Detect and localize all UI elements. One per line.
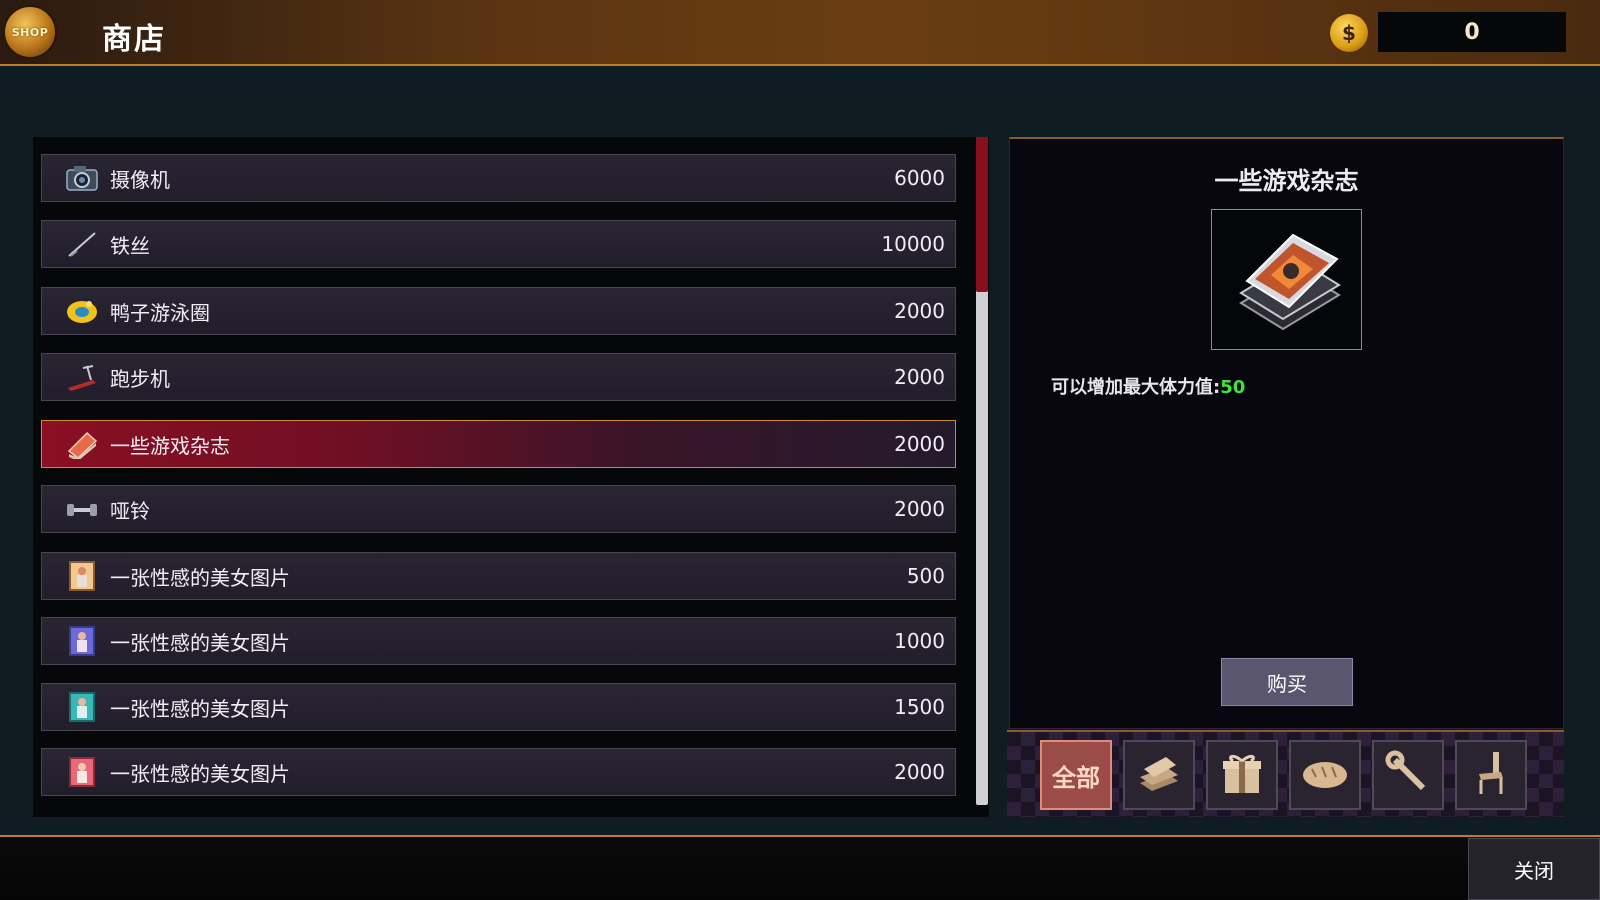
category-books-button[interactable] — [1123, 740, 1195, 810]
chair-icon — [1471, 748, 1511, 802]
item-name: 一张性感的美女图片 — [110, 696, 290, 721]
item-price: 2000 — [894, 432, 945, 456]
item-name: 哑铃 — [110, 498, 150, 523]
item-price: 10000 — [881, 232, 945, 256]
category-furniture-button[interactable] — [1455, 740, 1527, 810]
picture-icon — [64, 754, 100, 790]
scrollbar-thumb[interactable] — [976, 137, 988, 292]
item-price: 1000 — [894, 629, 945, 653]
category-tools-button[interactable] — [1372, 740, 1444, 810]
coin-balance: 0 — [1378, 12, 1566, 52]
wrench-icon — [1385, 750, 1431, 800]
buy-button[interactable]: 购买 — [1221, 658, 1353, 706]
detail-desc-value: 50 — [1220, 377, 1246, 398]
detail-desc-label: 可以增加最大体力值: — [1051, 377, 1221, 398]
header-bar: SHOP 商店 $ 0 — [0, 0, 1600, 66]
item-price: 1500 — [894, 695, 945, 719]
magazine-stack-icon — [1211, 209, 1362, 350]
item-name: 跑步机 — [110, 366, 170, 391]
camera-icon — [64, 160, 100, 196]
list-item-magazines[interactable]: 一些游戏杂志 2000 — [41, 420, 956, 468]
shop-logo-text: SHOP — [11, 25, 49, 39]
magazine-icon — [64, 426, 100, 462]
item-price: 500 — [906, 564, 945, 588]
picture-icon — [64, 623, 100, 659]
item-price: 2000 — [894, 760, 945, 784]
list-item-picture-3[interactable]: 一张性感的美女图片 1500 — [41, 683, 956, 731]
item-price: 2000 — [894, 365, 945, 389]
picture-icon — [64, 558, 100, 594]
wire-icon — [64, 226, 100, 262]
list-item-dumbbell[interactable]: 哑铃 2000 — [41, 485, 956, 533]
list-item-swim-ring[interactable]: 鸭子游泳圈 2000 — [41, 287, 956, 335]
picture-icon — [64, 689, 100, 725]
close-button[interactable]: 关闭 — [1468, 838, 1600, 900]
bread-icon — [1300, 755, 1350, 795]
category-bread-button[interactable] — [1289, 740, 1361, 810]
item-price: 2000 — [894, 497, 945, 521]
list-scrollbar[interactable] — [976, 137, 988, 805]
coin-icon: $ — [1330, 14, 1368, 52]
item-name: 摄像机 — [110, 167, 170, 192]
item-name: 一张性感的美女图片 — [110, 761, 290, 786]
item-name: 一张性感的美女图片 — [110, 565, 290, 590]
category-bar: 全部 — [1007, 730, 1564, 817]
category-all-label: 全部 — [1052, 763, 1100, 792]
list-item-camera[interactable]: 摄像机 6000 — [41, 154, 956, 202]
list-item-picture-2[interactable]: 一张性感的美女图片 1000 — [41, 617, 956, 665]
page-title: 商店 — [102, 22, 166, 57]
category-gift-button[interactable] — [1206, 740, 1278, 810]
list-item-picture-4[interactable]: 一张性感的美女图片 2000 — [41, 748, 956, 796]
item-name: 一些游戏杂志 — [110, 433, 230, 458]
footer-bar — [0, 835, 1600, 900]
treadmill-icon — [64, 359, 100, 395]
gift-icon — [1219, 751, 1265, 799]
dumbbell-icon — [64, 491, 100, 527]
category-all-button[interactable]: 全部 — [1040, 740, 1112, 810]
item-name: 鸭子游泳圈 — [110, 300, 210, 325]
item-price: 6000 — [894, 166, 945, 190]
shop-logo-icon: SHOP — [3, 5, 57, 59]
books-icon — [1136, 753, 1182, 797]
item-price: 2000 — [894, 299, 945, 323]
list-item-picture-1[interactable]: 一张性感的美女图片 500 — [41, 552, 956, 600]
detail-title: 一些游戏杂志 — [1214, 167, 1359, 195]
item-name: 一张性感的美女图片 — [110, 630, 290, 655]
swim-ring-icon — [64, 293, 100, 329]
detail-description: 可以增加最大体力值:50 — [1051, 373, 1245, 399]
item-list: 摄像机 6000 铁丝 10000 鸭子游泳圈 2000 跑步机 2000 一些… — [33, 137, 989, 817]
list-item-treadmill[interactable]: 跑步机 2000 — [41, 353, 956, 401]
item-name: 铁丝 — [110, 233, 150, 258]
item-detail-panel: 一些游戏杂志 可以增加最大体力值:50 购买 — [1009, 137, 1564, 729]
list-item-wire[interactable]: 铁丝 10000 — [41, 220, 956, 268]
